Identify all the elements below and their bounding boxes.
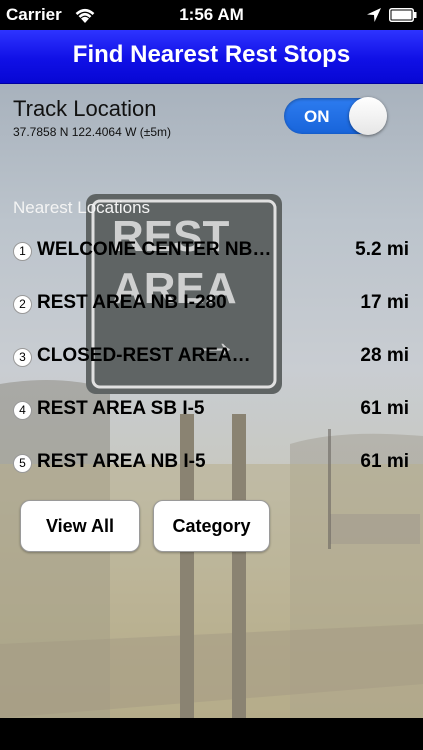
coordinates-readout: 37.7858 N 122.4064 W (±5m) (13, 125, 172, 139)
location-name: CLOSED-REST AREA… (37, 345, 251, 366)
location-row[interactable]: 2 REST AREA NB I-280 17 mi (0, 289, 423, 319)
location-arrow-icon (367, 8, 381, 22)
track-location-label: Track Location (13, 96, 157, 121)
main-content: REST AREA → Track Location 37.7858 N 122… (0, 84, 423, 718)
location-number-badge: 3 (13, 348, 32, 367)
nav-bar: Find Nearest Rest Stops (0, 30, 423, 84)
location-row[interactable]: 5 REST AREA NB I-5 61 mi (0, 448, 423, 478)
location-name: REST AREA SB I-5 (37, 398, 205, 419)
location-row[interactable]: 4 REST AREA SB I-5 61 mi (0, 395, 423, 425)
location-number-badge: 2 (13, 295, 32, 314)
toggle-knob[interactable] (349, 97, 387, 135)
location-name: REST AREA NB I-280 (37, 292, 227, 313)
location-distance: 61 mi (360, 451, 409, 472)
location-number-badge: 5 (13, 454, 32, 473)
bottom-bar (0, 718, 423, 750)
location-distance: 5.2 mi (355, 239, 409, 260)
location-number-badge: 1 (13, 242, 32, 261)
location-row[interactable]: 3 CLOSED-REST AREA… 28 mi (0, 342, 423, 372)
category-button[interactable]: Category (153, 500, 270, 552)
clock: 1:56 AM (179, 5, 244, 24)
location-name: REST AREA NB I-5 (37, 451, 206, 472)
page-title: Find Nearest Rest Stops (72, 41, 351, 68)
toggle-on-label: ON (304, 107, 330, 126)
location-distance: 61 mi (360, 398, 409, 419)
status-bar: Carrier 1:56 AM (0, 0, 423, 30)
location-distance: 28 mi (360, 345, 409, 366)
location-distance: 17 mi (360, 292, 409, 313)
nearest-locations-header: Nearest Locations (13, 198, 151, 217)
location-name: WELCOME CENTER NB… (37, 239, 272, 260)
view-all-button[interactable]: View All (20, 500, 140, 552)
battery-icon (389, 8, 417, 22)
location-row[interactable]: 1 WELCOME CENTER NB… 5.2 mi (0, 236, 423, 266)
track-location-toggle[interactable]: ON (284, 97, 387, 135)
location-number-badge: 4 (13, 401, 32, 420)
